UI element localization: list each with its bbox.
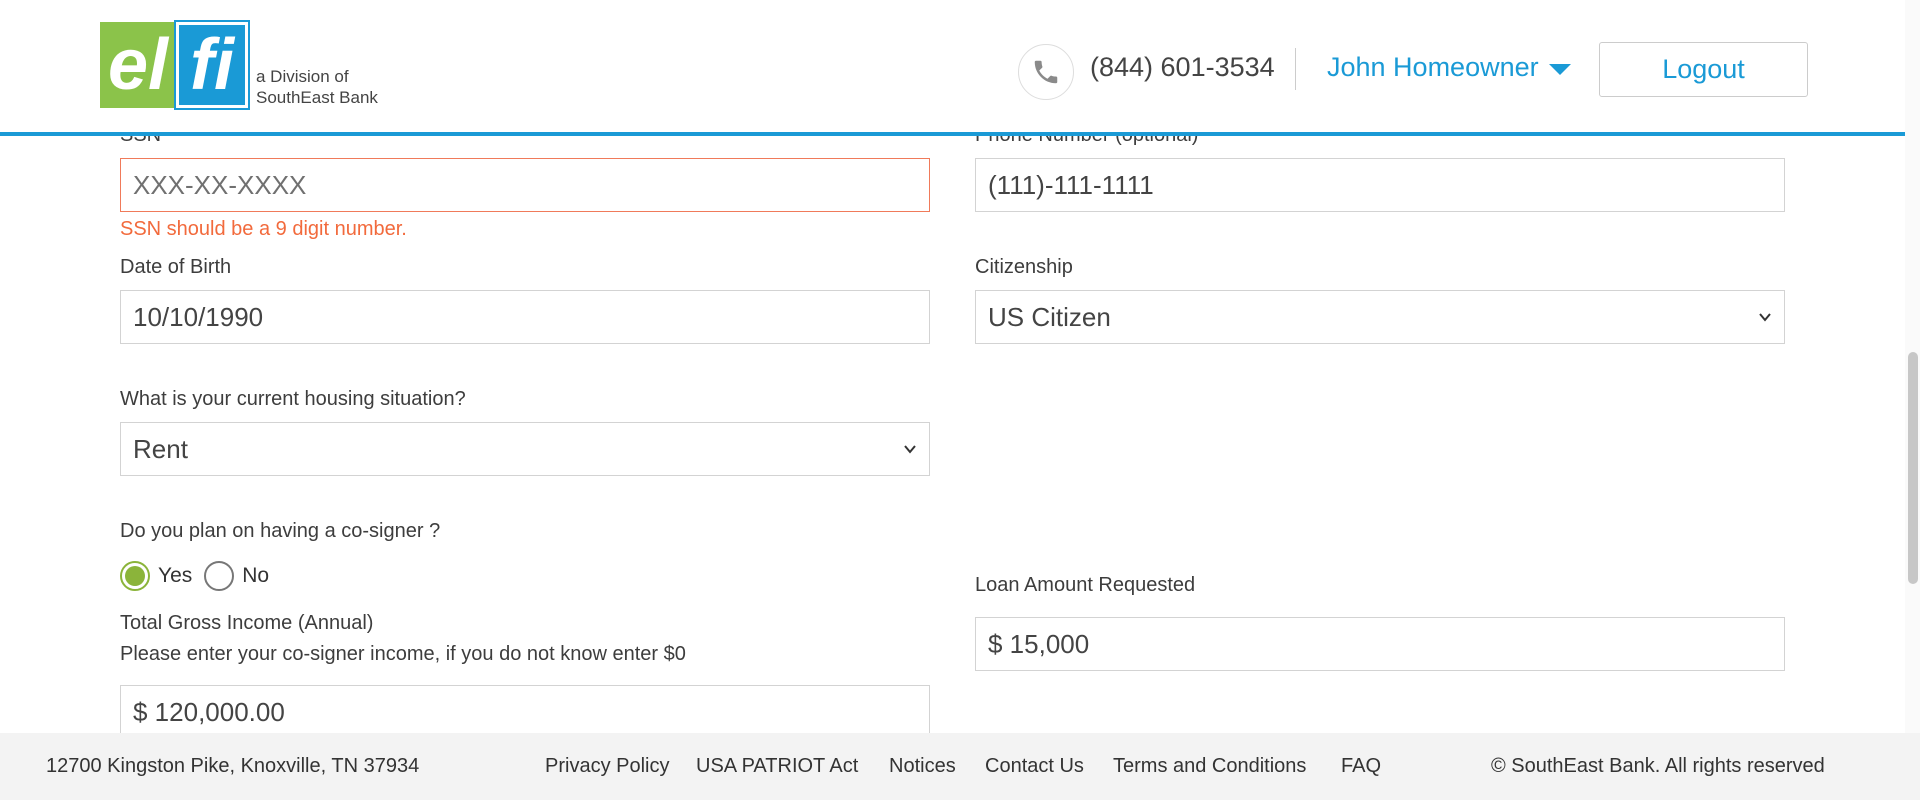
phone-number[interactable]: (844) 601-3534: [1090, 52, 1275, 83]
cosigner-no-radio[interactable]: [204, 561, 235, 591]
cosigner-no-option[interactable]: No: [204, 561, 269, 591]
income-value: $ 120,000.00: [133, 696, 285, 727]
ssn-input[interactable]: XXX-XX-XXXX: [120, 158, 930, 212]
caret-down-icon: [1548, 64, 1571, 75]
footer-link-terms[interactable]: Terms and Conditions: [1113, 755, 1306, 778]
ssn-error-message: SSN should be a 9 digit number.: [120, 218, 407, 240]
phone-input[interactable]: (111)-111-1111: [975, 158, 1785, 212]
loan-label: Loan Amount Requested: [975, 574, 1196, 596]
citizenship-select[interactable]: US Citizen: [975, 290, 1785, 344]
header-divider: [1295, 48, 1296, 90]
loan-amount-value: $ 15,000: [988, 628, 1090, 659]
housing-value: Rent: [133, 433, 188, 464]
logo-fi-block: fi: [174, 20, 250, 110]
phone-icon: [1018, 44, 1074, 100]
elfi-logo[interactable]: el fi a Division of SouthEast Bank: [100, 20, 378, 110]
footer-link-patriot-act[interactable]: USA PATRIOT Act: [696, 755, 858, 778]
user-name: John Homeowner: [1327, 52, 1539, 82]
housing-label: What is your current housing situation?: [120, 388, 466, 410]
user-menu[interactable]: John Homeowner: [1327, 52, 1571, 83]
cosigner-yes-option[interactable]: Yes: [120, 561, 192, 591]
logo-subtitle: a Division of SouthEast Bank: [256, 66, 378, 108]
footer-link-faq[interactable]: FAQ: [1341, 755, 1381, 778]
loan-amount-input[interactable]: $ 15,000: [975, 617, 1785, 671]
footer-address: 12700 Kingston Pike, Knoxville, TN 37934: [46, 755, 420, 777]
dob-input[interactable]: 10/10/1990: [120, 290, 930, 344]
footer-link-notices[interactable]: Notices: [889, 755, 956, 778]
chevron-down-icon: [1759, 313, 1771, 322]
dob-label: Date of Birth: [120, 256, 232, 278]
income-input[interactable]: $ 120,000.00: [120, 685, 930, 733]
cosigner-yes-label: Yes: [158, 564, 193, 587]
logout-button[interactable]: Logout: [1599, 42, 1808, 97]
logo-el-block: el: [100, 22, 176, 108]
logo-sub-line1: a Division of: [256, 67, 349, 86]
citizenship-label: Citizenship: [975, 256, 1073, 278]
footer-copyright: © SouthEast Bank. All rights reserved: [1491, 755, 1825, 777]
cosigner-label: Do you plan on having a co-signer ?: [120, 520, 441, 542]
phone-value: (111)-111-1111: [988, 169, 1154, 200]
footer-link-contact[interactable]: Contact Us: [985, 755, 1084, 778]
page-scrollbar[interactable]: [1905, 0, 1920, 733]
housing-select[interactable]: Rent: [120, 422, 930, 476]
cosigner-yes-radio[interactable]: [120, 561, 150, 591]
footer-link-privacy[interactable]: Privacy Policy: [545, 755, 669, 778]
chevron-down-icon: [904, 445, 916, 454]
logo-sub-line2: SouthEast Bank: [256, 88, 378, 107]
ssn-placeholder: XXX-XX-XXXX: [133, 169, 307, 200]
cosigner-no-label: No: [242, 564, 270, 587]
scrollbar-thumb[interactable]: [1908, 352, 1918, 584]
dob-value: 10/10/1990: [133, 301, 264, 332]
citizenship-value: US Citizen: [988, 301, 1111, 332]
income-help-text: Please enter your co-signer income, if y…: [120, 643, 686, 665]
income-label: Total Gross Income (Annual): [120, 612, 374, 634]
site-footer: 12700 Kingston Pike, Knoxville, TN 37934…: [0, 733, 1920, 800]
site-header: el fi a Division of SouthEast Bank (844)…: [0, 0, 1905, 136]
cosigner-radio-group: Yes No: [120, 561, 281, 591]
